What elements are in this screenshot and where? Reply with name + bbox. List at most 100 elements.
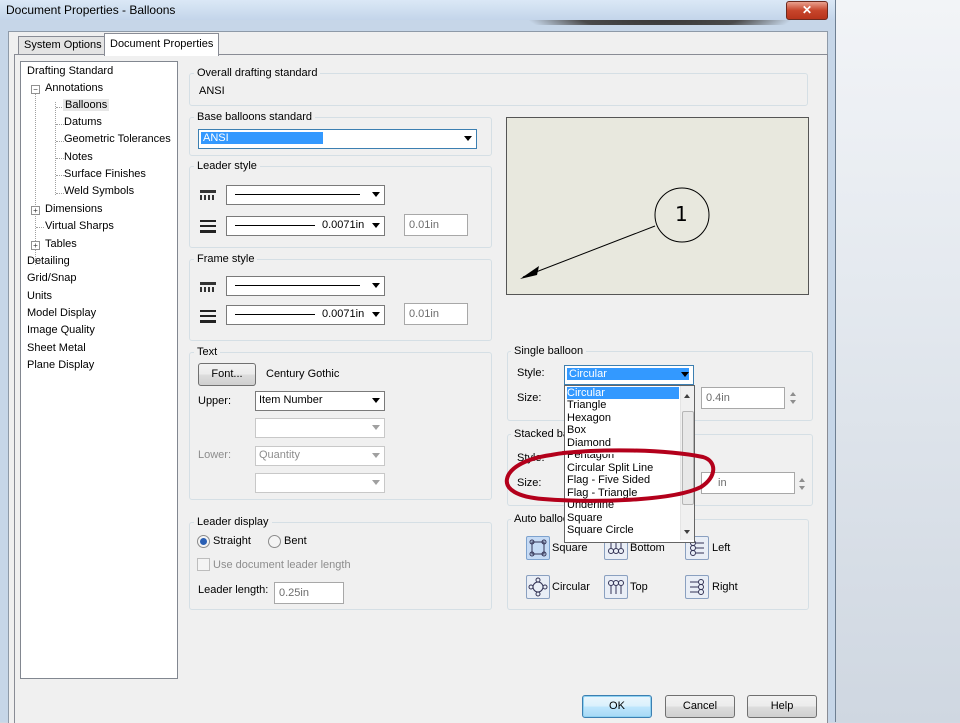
tab-system-options[interactable]: System Options [18, 36, 108, 54]
chevron-down-icon [372, 453, 380, 458]
base-standard-combo[interactable]: ANSI [198, 129, 477, 149]
frame-style-group [189, 259, 492, 341]
tree-guide [55, 102, 56, 195]
cancel-button[interactable]: Cancel [665, 695, 735, 718]
size-spinner[interactable] [787, 387, 799, 409]
frame-thickness-combo[interactable]: 0.0071in [226, 305, 385, 325]
auto-top-button[interactable] [604, 575, 628, 599]
tree-guide [56, 141, 64, 142]
dropdown-option-triangle[interactable]: Triangle [567, 399, 679, 411]
tree-item-image-quality[interactable]: Image Quality [27, 324, 95, 336]
combo-value: 0.0071in [322, 308, 365, 320]
button-label: Help [770, 700, 794, 712]
tree-item-detailing[interactable]: Detailing [27, 255, 70, 267]
combo-value: Quantity [259, 449, 300, 461]
style-dropdown-list[interactable]: Circular Triangle Hexagon Box Diamond Pe… [564, 385, 695, 543]
dropdown-option-square[interactable]: Square [567, 512, 679, 524]
group-label: Auto balloo [511, 513, 573, 525]
dropdown-option-flag-five-sided[interactable]: Flag - Five Sided [567, 474, 679, 486]
tree-item-surface-finishes[interactable]: Surface Finishes [64, 168, 146, 180]
dropdown-option-pentagon[interactable]: Pentagon [567, 454, 679, 461]
leader-length-input[interactable]: 0.25in [274, 582, 344, 604]
tree-guide [36, 227, 44, 228]
group-label: Text [194, 346, 221, 358]
title-bar[interactable]: Document Properties - Balloons ✕ [0, 0, 835, 20]
tree-item-drafting-standard[interactable]: Drafting Standard [27, 65, 113, 77]
expand-icon[interactable]: + [31, 241, 40, 250]
window-title: Document Properties - Balloons [6, 3, 176, 17]
button-label: Cancel [682, 700, 718, 712]
combo-value: Circular [567, 368, 689, 380]
dropdown-option-hexagon[interactable]: Hexagon [567, 412, 679, 424]
leader-thickness-combo[interactable]: 0.0071in [226, 216, 385, 236]
auto-square-label: Square [552, 542, 588, 554]
tree-item-plane-display[interactable]: Plane Display [27, 359, 94, 371]
dropdown-option-square-circle[interactable]: Square Circle [567, 524, 679, 536]
upper-text-combo[interactable]: Item Number [255, 391, 385, 411]
dropdown-option-underline[interactable]: Underline [567, 499, 679, 511]
help-button[interactable]: Help [747, 695, 817, 718]
line-style-icon [200, 280, 216, 294]
font-name: Century Gothic [266, 368, 340, 380]
single-balloon-style-combo[interactable]: Circular [564, 365, 694, 385]
tree-item-dimensions[interactable]: Dimensions [45, 203, 102, 215]
dropdown-option-flag-triangle[interactable]: Flag - Triangle [567, 487, 679, 499]
scroll-thumb[interactable] [682, 411, 694, 505]
bent-radio[interactable] [268, 535, 281, 548]
tree-item-notes[interactable]: Notes [64, 151, 93, 163]
tree-item-units[interactable]: Units [27, 290, 52, 302]
close-icon: ✕ [801, 3, 813, 17]
tree-item-weld-symbols[interactable]: Weld Symbols [64, 185, 134, 197]
lower-text-combo[interactable]: Quantity [255, 446, 385, 466]
line-thickness-icon [200, 220, 216, 234]
auto-bottom-label: Bottom [630, 542, 665, 554]
line-thickness-icon [200, 310, 216, 324]
tab-document-properties[interactable]: Document Properties [104, 33, 220, 56]
lower-text-secondary-combo[interactable] [255, 473, 385, 493]
tree-item-sheet-metal[interactable]: Sheet Metal [27, 342, 86, 354]
leader-line-style-combo[interactable] [226, 185, 385, 205]
font-button[interactable]: Font... [198, 363, 256, 386]
auto-circular-label: Circular [552, 581, 590, 593]
group-label: Overall drafting standard [194, 67, 321, 79]
tree-item-datums[interactable]: Datums [64, 116, 102, 128]
tree-item-grid-snap[interactable]: Grid/Snap [27, 272, 77, 284]
ok-button[interactable]: OK [582, 695, 652, 718]
line-style-icon [200, 188, 216, 202]
collapse-icon[interactable]: − [31, 85, 40, 94]
frame-line-style-combo[interactable] [226, 276, 385, 296]
line-sample [235, 285, 360, 286]
dropdown-option-diamond[interactable]: Diamond [567, 437, 679, 449]
auto-circular-button[interactable] [526, 575, 550, 599]
straight-radio[interactable] [197, 535, 210, 548]
use-document-length-checkbox[interactable] [197, 558, 210, 571]
tree-item-model-display[interactable]: Model Display [27, 307, 96, 319]
group-label: Leader style [194, 160, 260, 172]
dropdown-option-circular-split-line[interactable]: Circular Split Line [567, 462, 679, 474]
auto-top-label: Top [630, 581, 648, 593]
upper-text-secondary-combo[interactable] [255, 418, 385, 438]
scroll-up-icon[interactable] [684, 394, 690, 398]
leader-custom-thickness-input[interactable]: 0.01in [404, 214, 468, 236]
stacked-balloon-size-input[interactable]: in [701, 472, 795, 494]
tree-item-virtual-sharps[interactable]: Virtual Sharps [45, 220, 114, 232]
tree-item-tables[interactable]: Tables [45, 238, 77, 250]
options-tree[interactable]: Drafting Standard − Annotations Balloons… [20, 61, 178, 679]
size-spinner[interactable] [796, 473, 808, 495]
tree-item-balloons[interactable]: Balloons [63, 99, 110, 111]
tree-item-geometric-tolerances[interactable]: Geometric Tolerances [64, 133, 171, 145]
frame-custom-thickness-input[interactable]: 0.01in [404, 303, 468, 325]
tree-item-annotations[interactable]: Annotations [45, 82, 103, 94]
scroll-down-icon[interactable] [684, 530, 690, 534]
expand-icon[interactable]: + [31, 206, 40, 215]
straight-label: Straight [213, 535, 251, 547]
auto-right-button[interactable] [685, 575, 709, 599]
close-button[interactable]: ✕ [786, 1, 828, 20]
dropdown-option-circular[interactable]: Circular [567, 387, 679, 399]
dropdown-option-box[interactable]: Box [567, 424, 679, 436]
balloon-preview: 1 [506, 117, 809, 295]
dropdown-scrollbar[interactable] [680, 386, 694, 540]
single-balloon-size-input[interactable]: 0.4in [701, 387, 785, 409]
auto-square-button[interactable] [526, 536, 550, 560]
lower-label: Lower: [198, 449, 232, 461]
